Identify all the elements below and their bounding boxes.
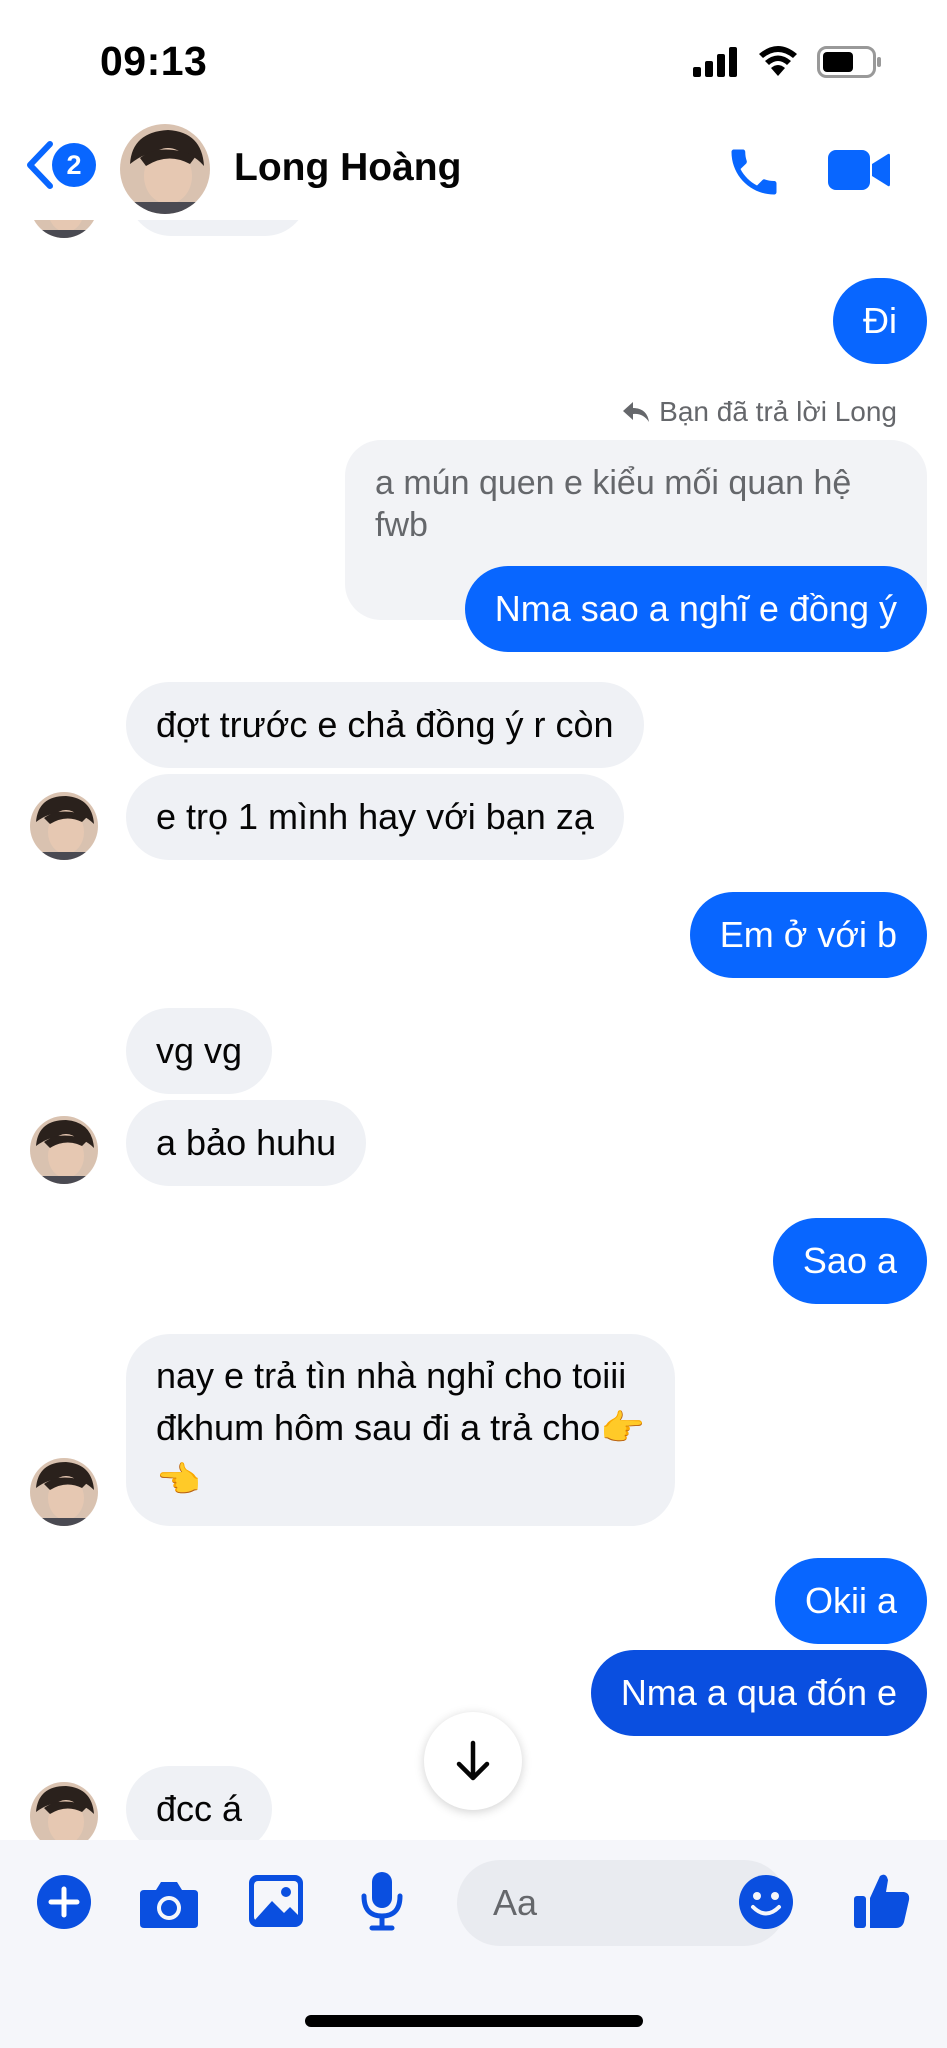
message-outgoing[interactable]: Sao a [772,1218,927,1304]
back-button[interactable]: 2 [22,140,96,190]
sender-avatar [30,1458,98,1526]
photo-gallery-icon[interactable] [248,1874,304,1928]
microphone-icon[interactable] [358,1870,406,1932]
sender-avatar [30,1116,98,1184]
chevron-left-icon [27,141,53,189]
plus-circle-icon[interactable] [36,1874,92,1930]
reply-indicator-label: Bạn đã trả lời Long [659,396,897,427]
scroll-to-bottom-button[interactable] [424,1712,522,1810]
message-list[interactable]: Đi Bạn đã trả lời Long a mún quen e kiểu… [0,210,947,1840]
sender-avatar [30,1782,98,1840]
reply-indicator: Bạn đã trả lời Long [621,396,897,428]
message-outgoing[interactable]: Okii a [774,1558,927,1644]
status-time: 09:13 [100,38,208,84]
thumbs-up-icon[interactable] [852,1870,912,1930]
message-line: nay e trả tìn nhà nghỉ cho toiii [156,1355,627,1396]
status-bar: 09:13 [0,0,947,120]
sender-avatar [30,792,98,860]
message-outgoing[interactable]: Em ở với b [689,892,927,978]
composer-bar [0,1840,947,2048]
message-incoming[interactable]: e trọ 1 mình hay với bạn zạ [126,774,624,860]
message-outgoing[interactable]: Đi [833,278,927,364]
message-outgoing[interactable]: Nma sao a nghĩ e đồng ý [464,566,927,652]
arrow-down-icon [456,1740,490,1781]
message-incoming[interactable]: vg vg [126,1008,273,1094]
message-incoming[interactable]: a bảo huhu [126,1100,367,1186]
status-icons [693,46,883,78]
message-outgoing[interactable]: Nma a qua đón e [590,1650,927,1736]
camera-icon[interactable] [138,1878,200,1930]
contact-name[interactable]: Long Hoàng [234,146,461,190]
conversation-header: 2 Long Hoàng [0,120,947,220]
contact-avatar[interactable] [120,124,210,214]
message-line: đkhum hôm sau đi a trả cho👉 [156,1407,646,1448]
home-indicator [305,2015,643,2027]
message-incoming[interactable]: đcc á [126,1766,273,1840]
wifi-icon [759,46,797,76]
battery-icon [817,46,881,78]
message-incoming[interactable]: nay e trả tìn nhà nghỉ cho toiii đkhum h… [126,1334,676,1526]
emoji-icon[interactable] [738,1874,794,1930]
video-camera-icon[interactable] [826,146,892,194]
reply-arrow-icon [623,402,650,422]
unread-badge: 2 [52,143,96,187]
phone-icon[interactable] [724,142,784,202]
message-incoming[interactable]: đợt trước e chả đồng ý r còn [126,682,644,768]
cellular-signal-icon [693,47,737,77]
message-line: 👈 [156,1459,201,1500]
